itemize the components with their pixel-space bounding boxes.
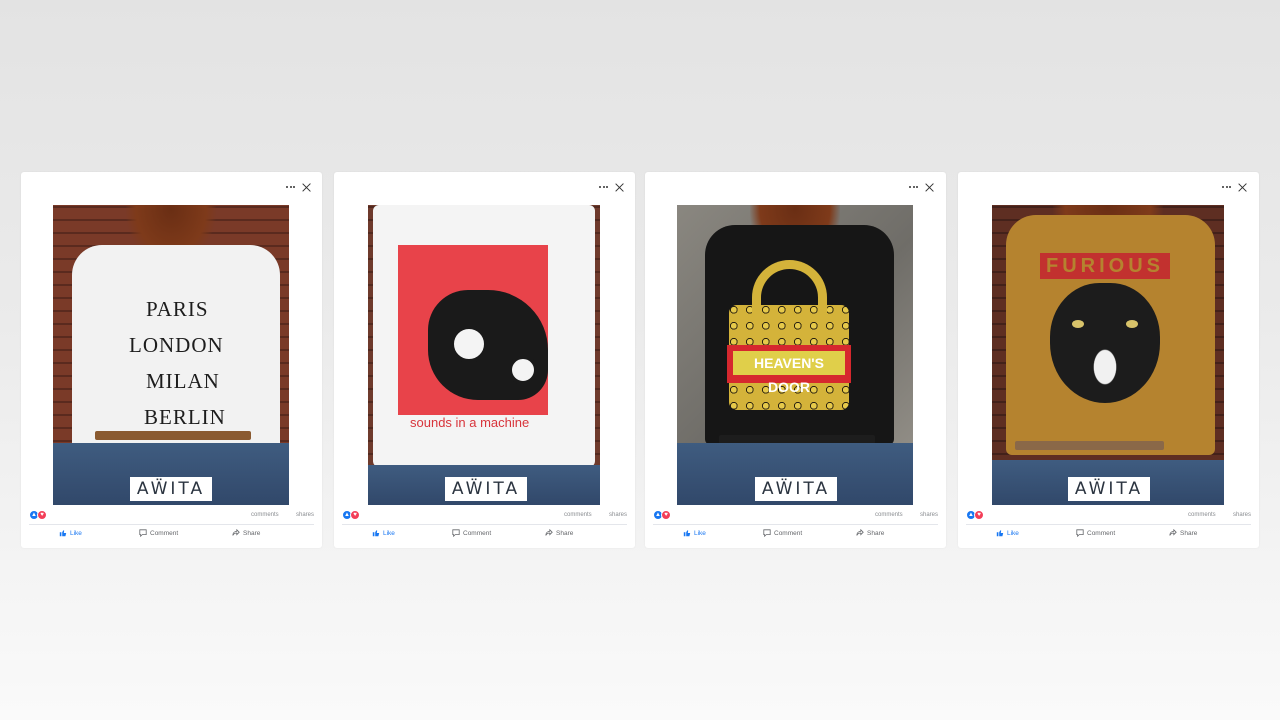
reaction-icons[interactable]: ▲ ♥ <box>29 510 47 520</box>
thumbs-up-icon <box>996 530 1004 537</box>
post-photo[interactable]: PARIS LONDON MILAN BERLIN <box>53 205 289 505</box>
comment-label: Comment <box>1087 529 1116 537</box>
thumbs-up-icon <box>59 530 67 537</box>
shirt-print-line: FURIOUS <box>1040 253 1170 279</box>
share-button[interactable]: Share <box>856 529 884 537</box>
comments-count[interactable]: comments <box>251 512 279 518</box>
share-button[interactable]: Share <box>545 529 573 537</box>
post-header-actions <box>286 180 311 194</box>
like-label: Like <box>383 529 395 537</box>
shirt-print-line: HEAVEN'S DOOR <box>733 351 845 395</box>
share-button[interactable]: Share <box>232 529 260 537</box>
shirt-graphic <box>428 290 548 400</box>
shirt-print-line: BERLIN <box>144 405 226 429</box>
reaction-icons[interactable]: ▲ ♥ <box>342 510 360 520</box>
like-button[interactable]: Like <box>372 529 395 537</box>
more-options-icon[interactable] <box>599 182 609 192</box>
like-button[interactable]: Like <box>683 529 706 537</box>
love-reaction-icon: ♥ <box>974 510 984 520</box>
comment-label: Comment <box>150 529 179 537</box>
shares-count[interactable]: shares <box>920 512 938 518</box>
post-header-actions <box>599 180 624 194</box>
comment-button[interactable]: Comment <box>139 529 178 537</box>
divider <box>653 524 938 525</box>
post-photo[interactable]: HEAVEN'S DOOR <box>677 205 913 505</box>
comment-icon <box>452 529 460 537</box>
comments-count[interactable]: comments <box>564 512 592 518</box>
comment-icon <box>139 529 147 537</box>
share-label: Share <box>243 529 261 537</box>
share-icon <box>856 529 864 536</box>
shirt-graphic <box>508 355 538 385</box>
shares-count[interactable]: shares <box>1233 512 1251 518</box>
like-label: Like <box>694 529 706 537</box>
love-reaction-icon: ♥ <box>37 510 47 520</box>
shirt-graphic <box>1126 320 1138 328</box>
more-options-icon[interactable] <box>286 182 296 192</box>
comment-button[interactable]: Comment <box>452 529 491 537</box>
close-icon[interactable] <box>925 183 934 192</box>
brand-logo: AẄITA <box>130 477 212 501</box>
share-icon <box>1169 529 1177 536</box>
comment-icon <box>763 529 771 537</box>
shirt-print-line: MILAN <box>146 369 220 393</box>
shares-count[interactable]: shares <box>609 512 627 518</box>
reaction-icons[interactable]: ▲ ♥ <box>653 510 671 520</box>
divider <box>342 524 627 525</box>
comment-button[interactable]: Comment <box>1076 529 1115 537</box>
share-icon <box>545 529 553 536</box>
close-icon[interactable] <box>615 183 624 192</box>
post-header-actions <box>1222 180 1247 194</box>
close-icon[interactable] <box>302 183 311 192</box>
post-photo[interactable]: FURIOUS <box>992 205 1224 505</box>
comment-icon <box>1076 529 1084 537</box>
close-icon[interactable] <box>1238 183 1247 192</box>
comment-label: Comment <box>463 529 492 537</box>
brand-logo: AẄITA <box>755 477 837 501</box>
love-reaction-icon: ♥ <box>350 510 360 520</box>
shirt-graphic <box>1072 320 1084 328</box>
thumbs-up-icon <box>372 530 380 537</box>
like-label: Like <box>1007 529 1019 537</box>
shirt-graphic <box>1050 283 1160 403</box>
post-photo[interactable]: sounds in a machine <box>368 205 600 505</box>
thumbs-up-icon <box>683 530 691 537</box>
like-button[interactable]: Like <box>996 529 1019 537</box>
comment-button[interactable]: Comment <box>763 529 802 537</box>
more-options-icon[interactable] <box>909 182 919 192</box>
divider <box>966 524 1251 525</box>
share-icon <box>232 529 240 536</box>
shares-count[interactable]: shares <box>296 512 314 518</box>
shirt-graphic <box>450 325 488 363</box>
brand-logo: AẄITA <box>445 477 527 501</box>
divider <box>29 524 314 525</box>
share-label: Share <box>867 529 885 537</box>
share-label: Share <box>556 529 574 537</box>
shirt-print-line: PARIS <box>146 297 209 321</box>
post-header-actions <box>909 180 934 194</box>
shirt-print-line: sounds in a machine <box>410 415 530 430</box>
like-label: Like <box>70 529 82 537</box>
reaction-icons[interactable]: ▲ ♥ <box>966 510 984 520</box>
love-reaction-icon: ♥ <box>661 510 671 520</box>
like-button[interactable]: Like <box>59 529 82 537</box>
share-button[interactable]: Share <box>1169 529 1197 537</box>
shirt-print-line: LONDON <box>129 333 224 357</box>
brand-logo: AẄITA <box>1068 477 1150 501</box>
share-label: Share <box>1180 529 1198 537</box>
more-options-icon[interactable] <box>1222 182 1232 192</box>
comment-label: Comment <box>774 529 803 537</box>
comments-count[interactable]: comments <box>875 512 903 518</box>
comments-count[interactable]: comments <box>1188 512 1216 518</box>
